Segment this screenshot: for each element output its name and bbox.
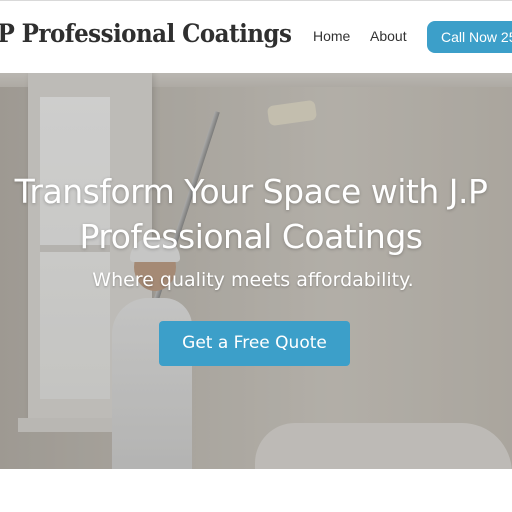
- site-logo[interactable]: .P Professional Coatings: [0, 19, 292, 48]
- site-header: .P Professional Coatings Home About Call…: [0, 0, 512, 73]
- hero-title: Transform Your Space with J.P Profession…: [14, 172, 488, 256]
- nav-link-about[interactable]: About: [370, 28, 407, 44]
- nav-link-home[interactable]: Home: [313, 28, 350, 44]
- free-quote-button[interactable]: Get a Free Quote: [159, 321, 350, 366]
- call-now-button[interactable]: Call Now 25: [427, 21, 512, 53]
- hero-section: Transform Your Space with J.P Profession…: [0, 73, 512, 469]
- hero-subtitle: Where quality meets affordability.: [92, 269, 414, 291]
